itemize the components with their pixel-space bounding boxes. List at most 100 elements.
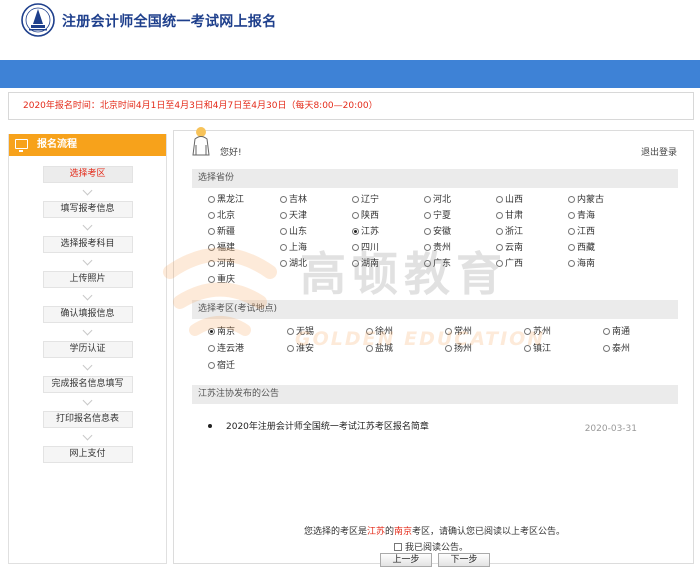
province-radio[interactable]: 陕西 (352, 209, 379, 224)
radio-icon[interactable] (568, 260, 575, 267)
radio-icon[interactable] (280, 244, 287, 251)
province-radio[interactable]: 上海 (280, 241, 307, 256)
province-radio[interactable]: 江西 (568, 225, 595, 240)
radio-icon[interactable] (208, 196, 215, 203)
radio-icon[interactable] (568, 244, 575, 251)
radio-icon[interactable] (352, 260, 359, 267)
step-item[interactable]: 上传照片 (42, 271, 133, 288)
province-radio[interactable]: 天津 (280, 209, 307, 224)
province-radio[interactable]: 山东 (280, 225, 307, 240)
province-radio[interactable]: 云南 (496, 241, 523, 256)
radio-icon[interactable] (496, 196, 503, 203)
area-radio[interactable]: 常州 (445, 325, 472, 340)
province-radio[interactable]: 贵州 (424, 241, 451, 256)
radio-icon[interactable] (424, 228, 431, 235)
province-radio[interactable]: 浙江 (496, 225, 523, 240)
radio-icon[interactable] (424, 260, 431, 267)
province-radio[interactable]: 内蒙古 (568, 193, 604, 208)
area-radio[interactable]: 盐城 (366, 342, 393, 357)
province-radio[interactable]: 江苏 (352, 225, 379, 240)
province-radio[interactable]: 宁夏 (424, 209, 451, 224)
radio-icon[interactable] (208, 244, 215, 251)
step-item[interactable]: 选择考区 (42, 166, 133, 183)
area-radio[interactable]: 连云港 (208, 342, 244, 357)
step-item[interactable]: 确认填报信息 (42, 306, 133, 323)
province-radio[interactable]: 广东 (424, 257, 451, 272)
radio-icon[interactable] (496, 212, 503, 219)
province-radio[interactable]: 湖北 (280, 257, 307, 272)
radio-icon[interactable] (524, 328, 531, 335)
radio-icon[interactable] (445, 345, 452, 352)
radio-icon[interactable] (287, 328, 294, 335)
radio-icon[interactable] (208, 276, 215, 283)
area-radio[interactable]: 南京 (208, 325, 235, 340)
radio-icon[interactable] (603, 345, 610, 352)
checkbox-icon[interactable] (394, 543, 402, 551)
step-item[interactable]: 打印报名信息表 (42, 411, 133, 428)
province-radio[interactable]: 海南 (568, 257, 595, 272)
area-radio[interactable]: 南通 (603, 325, 630, 340)
area-radio[interactable]: 无锡 (287, 325, 314, 340)
radio-icon[interactable] (208, 212, 215, 219)
province-radio[interactable]: 河南 (208, 257, 235, 272)
radio-icon[interactable] (366, 345, 373, 352)
agree-checkbox[interactable]: 我已阅读公告。 (394, 540, 468, 553)
announcement-item[interactable]: 2020年注册会计师全国统一考试江苏考区报名简章 (208, 419, 429, 432)
radio-icon[interactable] (208, 345, 215, 352)
area-radio[interactable]: 镇江 (524, 342, 551, 357)
prev-button[interactable]: 上一步 (380, 553, 432, 567)
logout-link[interactable]: 退出登录 (641, 145, 677, 158)
area-radio[interactable]: 宿迁 (208, 359, 235, 374)
province-radio[interactable]: 北京 (208, 209, 235, 224)
radio-icon[interactable] (445, 328, 452, 335)
province-radio[interactable]: 福建 (208, 241, 235, 256)
province-radio[interactable]: 辽宁 (352, 193, 379, 208)
area-radio[interactable]: 泰州 (603, 342, 630, 357)
province-radio[interactable]: 广西 (496, 257, 523, 272)
radio-icon[interactable] (208, 228, 215, 235)
step-item[interactable]: 填写报考信息 (42, 201, 133, 218)
radio-icon[interactable] (496, 244, 503, 251)
radio-icon[interactable] (352, 244, 359, 251)
radio-icon[interactable] (496, 260, 503, 267)
radio-icon[interactable] (568, 212, 575, 219)
radio-icon[interactable] (424, 196, 431, 203)
province-radio[interactable]: 河北 (424, 193, 451, 208)
radio-icon[interactable] (208, 328, 215, 335)
province-radio[interactable]: 安徽 (424, 225, 451, 240)
province-radio[interactable]: 湖南 (352, 257, 379, 272)
radio-icon[interactable] (352, 212, 359, 219)
radio-icon[interactable] (280, 260, 287, 267)
area-radio[interactable]: 扬州 (445, 342, 472, 357)
area-radio[interactable]: 苏州 (524, 325, 551, 340)
radio-icon[interactable] (603, 328, 610, 335)
radio-icon[interactable] (287, 345, 294, 352)
radio-icon[interactable] (280, 212, 287, 219)
province-radio[interactable]: 四川 (352, 241, 379, 256)
next-button[interactable]: 下一步 (438, 553, 490, 567)
province-radio[interactable]: 吉林 (280, 193, 307, 208)
step-item[interactable]: 选择报考科目 (42, 236, 133, 253)
step-item[interactable]: 学历认证 (42, 341, 133, 358)
radio-icon[interactable] (280, 228, 287, 235)
province-radio[interactable]: 山西 (496, 193, 523, 208)
province-radio[interactable]: 甘肃 (496, 209, 523, 224)
province-radio[interactable]: 新疆 (208, 225, 235, 240)
radio-icon[interactable] (568, 228, 575, 235)
province-radio[interactable]: 西藏 (568, 241, 595, 256)
radio-icon[interactable] (352, 228, 359, 235)
step-item[interactable]: 网上支付 (42, 446, 133, 463)
radio-icon[interactable] (524, 345, 531, 352)
radio-icon[interactable] (568, 196, 575, 203)
radio-icon[interactable] (352, 196, 359, 203)
area-radio[interactable]: 徐州 (366, 325, 393, 340)
area-radio[interactable]: 淮安 (287, 342, 314, 357)
radio-icon[interactable] (424, 212, 431, 219)
radio-icon[interactable] (208, 260, 215, 267)
province-radio[interactable]: 黑龙江 (208, 193, 244, 208)
radio-icon[interactable] (366, 328, 373, 335)
radio-icon[interactable] (208, 362, 215, 369)
announcement-title[interactable]: 2020年注册会计师全国统一考试江苏考区报名简章 (226, 422, 429, 432)
province-radio[interactable]: 重庆 (208, 273, 235, 288)
radio-icon[interactable] (496, 228, 503, 235)
